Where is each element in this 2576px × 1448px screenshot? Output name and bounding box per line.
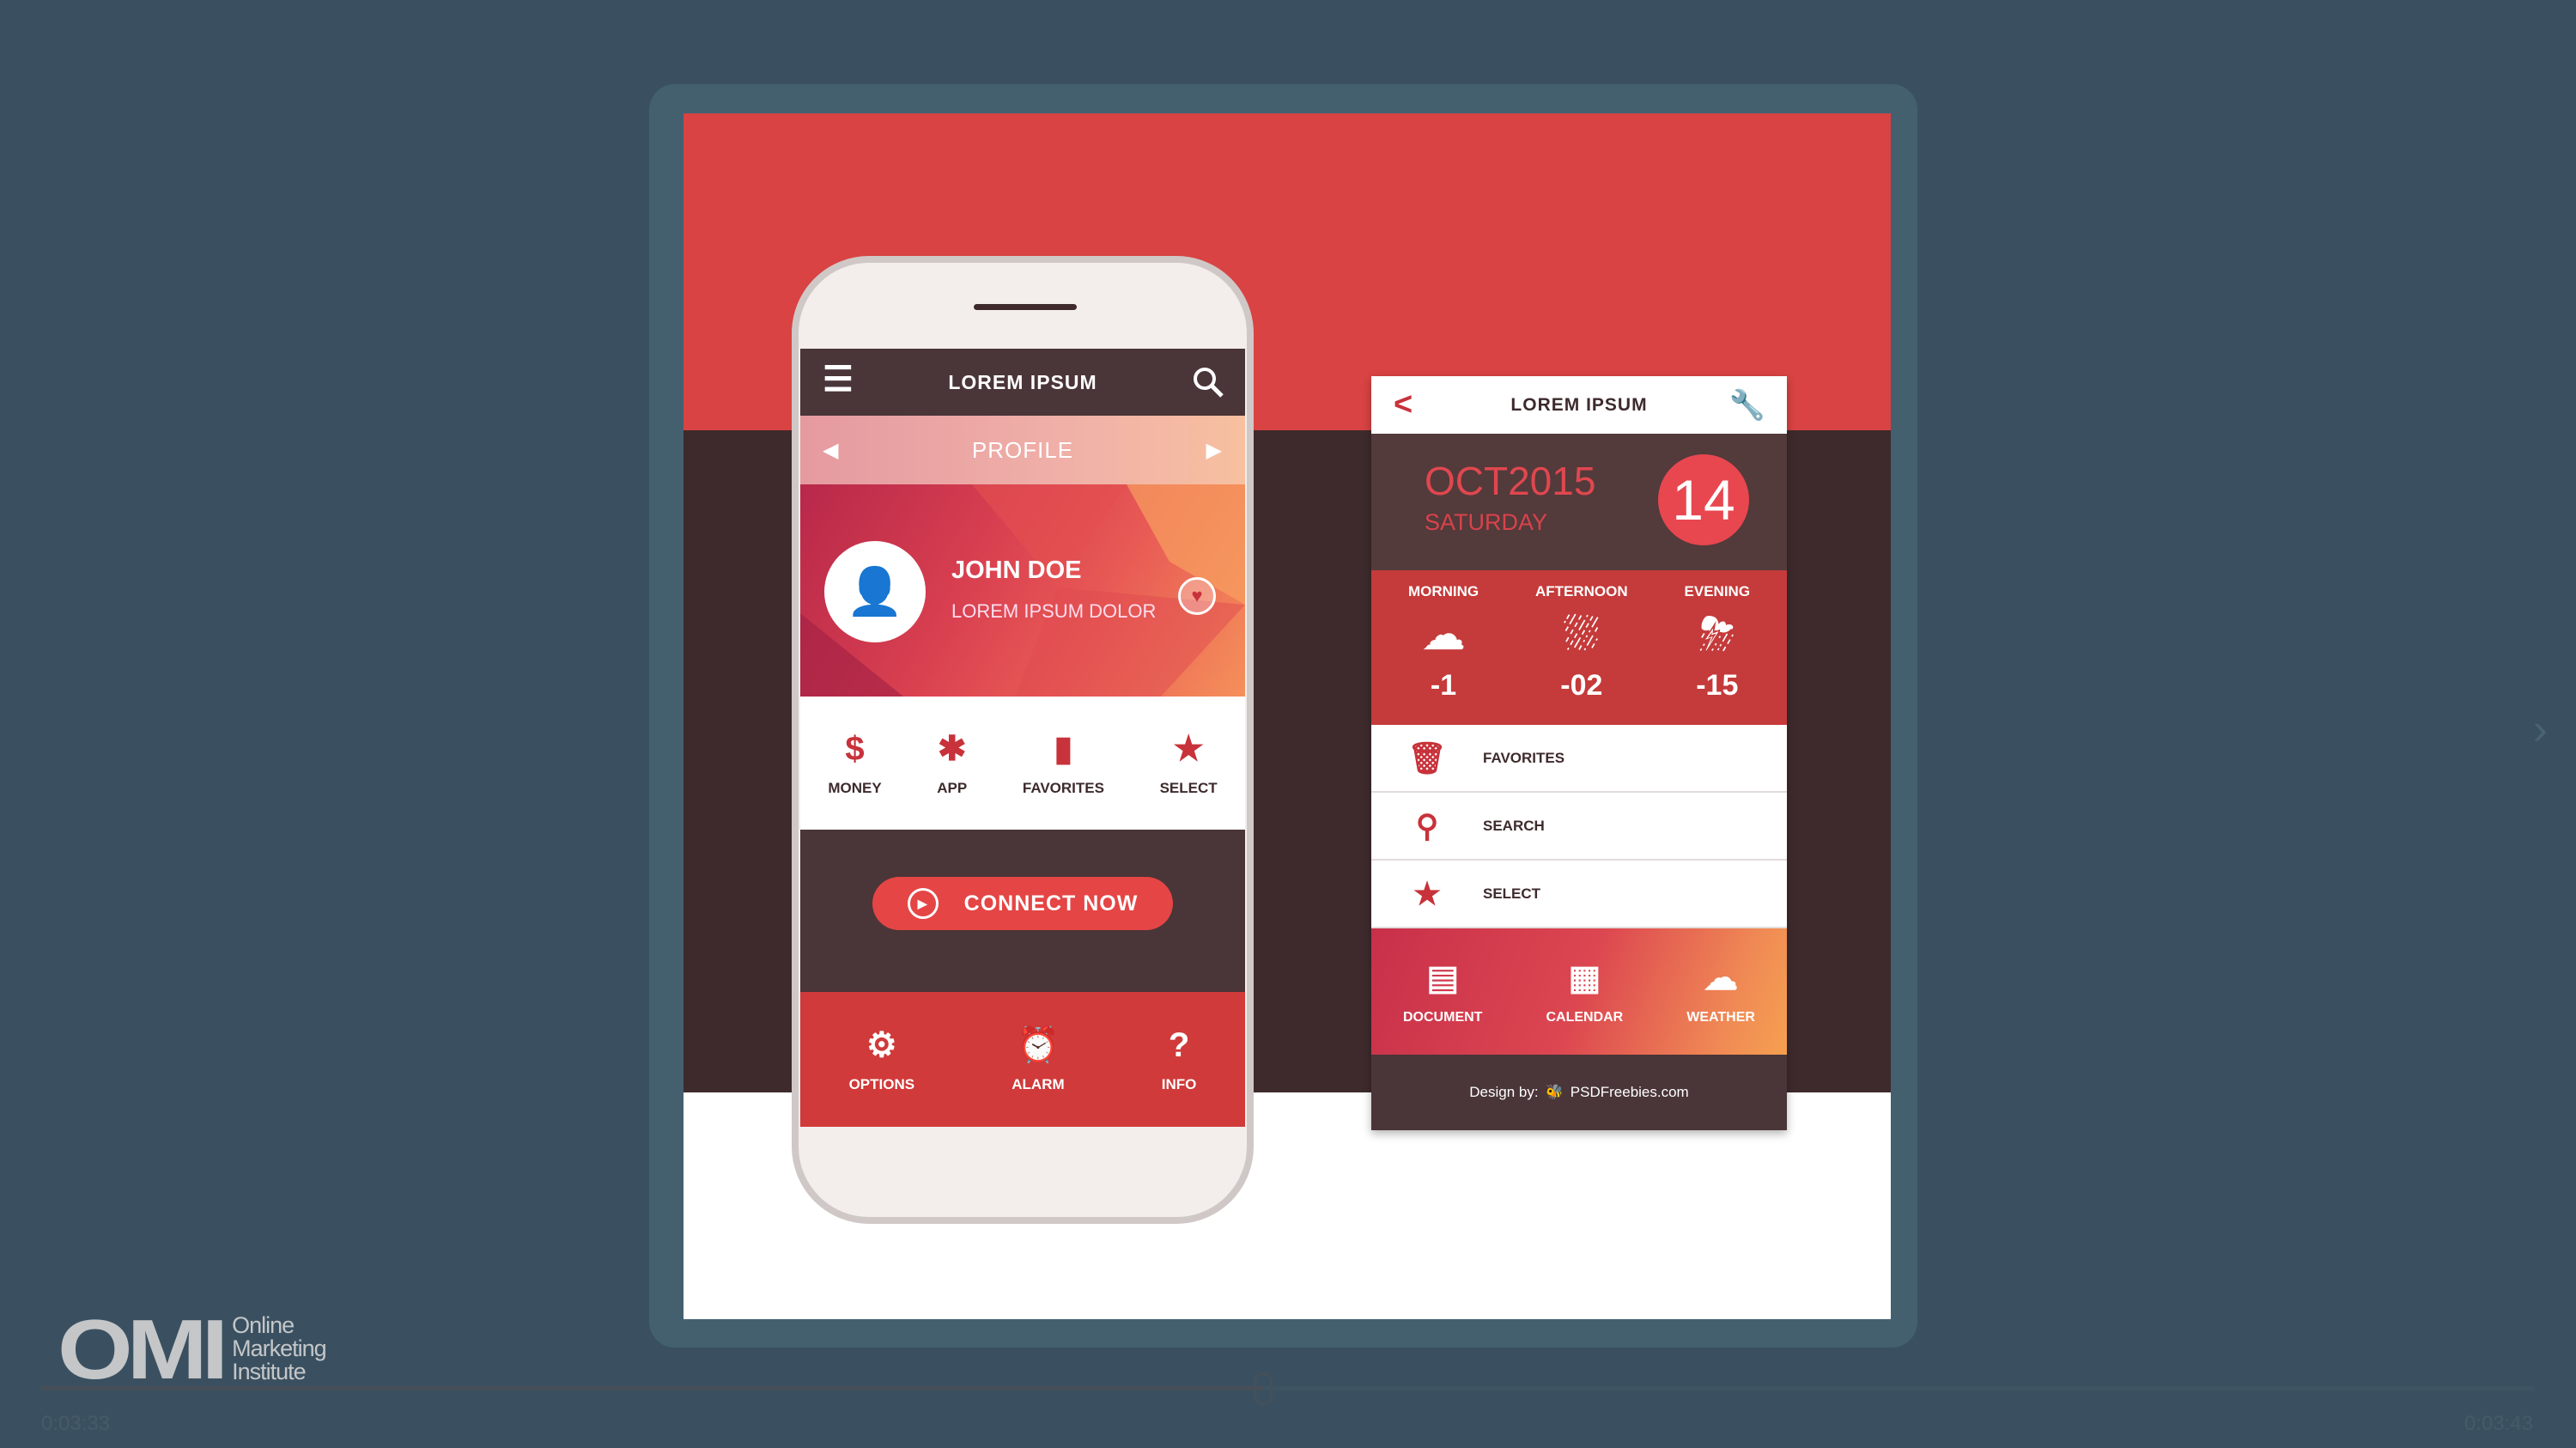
- weather-evening: EVENING ⛈ -15: [1684, 583, 1751, 702]
- phone-title: LOREM IPSUM: [948, 370, 1097, 393]
- card-header: < LOREM IPSUM 🔧: [1371, 376, 1787, 434]
- cloud-icon: ☁: [1421, 610, 1467, 660]
- total-time: 0:03:43: [2464, 1412, 2533, 1435]
- info-button[interactable]: ? INFO: [1162, 1026, 1197, 1093]
- omi-logo: OMI Online Marketing Institute: [58, 1302, 327, 1396]
- profile-bar: ◀ PROFILE ▶: [800, 416, 1245, 484]
- select-button[interactable]: ★ SELECT: [1160, 730, 1218, 797]
- list-item-favorites[interactable]: 🗑 FAVORITES: [1371, 725, 1787, 793]
- user-name: JOHN DOE: [951, 557, 1082, 584]
- wrench-icon[interactable]: 🔧: [1729, 388, 1766, 423]
- weather-afternoon: AFTERNOON ⛆ -02: [1534, 583, 1628, 702]
- calendar-icon: ▦: [1568, 958, 1601, 997]
- search-icon[interactable]: [1192, 366, 1224, 399]
- slide: ☰ LOREM IPSUM ◀ PROFILE ▶ 👤 JOHN DOE LOR…: [683, 113, 1891, 1319]
- weather-morning: MORNING ☁ -1: [1407, 583, 1479, 702]
- profile-label: PROFILE: [971, 436, 1074, 463]
- heart-icon[interactable]: ♥: [1178, 577, 1216, 615]
- day-badge: 14: [1658, 454, 1749, 545]
- phone-speaker: [974, 304, 1077, 310]
- star-icon: ★: [1413, 875, 1442, 911]
- elapsed-time: 0:03:33: [41, 1412, 111, 1435]
- avatar[interactable]: 👤: [824, 541, 926, 642]
- puzzle-icon: ✱: [938, 729, 967, 768]
- document-button[interactable]: ▤ DOCUMENT: [1403, 958, 1482, 1025]
- share-icon[interactable]: <: [1394, 386, 1413, 423]
- cloud-icon: ☁: [1704, 958, 1739, 997]
- user-subtitle: LOREM IPSUM DOLOR: [951, 600, 1157, 622]
- calendar-card: < LOREM IPSUM 🔧 OCT2015 SATURDAY 14 MORN…: [1371, 376, 1787, 1130]
- list-item-select[interactable]: ★ SELECT: [1371, 861, 1787, 928]
- bee-logo-icon: 🐝: [1545, 1084, 1564, 1100]
- phone-bottom-bar: ⚙ OPTIONS ⏰ ALARM ? INFO: [800, 992, 1245, 1127]
- psdfreebies-link[interactable]: PSDFreebies.com: [1571, 1084, 1689, 1101]
- alarm-icon: ⏰: [1017, 1025, 1060, 1064]
- favorites-button[interactable]: ▮ FAVORITES: [1023, 730, 1104, 797]
- card-footer: Design by: 🐝 PSDFreebies.com: [1371, 1055, 1787, 1130]
- month-year: OCT2015: [1425, 459, 1596, 503]
- date-panel: OCT2015 SATURDAY 14: [1371, 434, 1787, 570]
- card-title: LOREM IPSUM: [1510, 394, 1648, 415]
- search-icon: ⚲: [1415, 807, 1439, 843]
- card-icon-bar: ▤ DOCUMENT ▦ CALENDAR ☁ WEATHER: [1371, 928, 1787, 1055]
- next-arrow-icon[interactable]: ▶: [1206, 438, 1223, 463]
- phone-header: ☰ LOREM IPSUM: [800, 349, 1245, 416]
- weekday: SATURDAY: [1425, 509, 1548, 535]
- rain-icon: ⛆: [1564, 610, 1600, 660]
- phone-icon-row: $ MONEY ✱ APP ▮ FAVORITES ★ SELECT: [800, 697, 1245, 830]
- storm-sun-icon: ⛈: [1698, 610, 1735, 660]
- app-button[interactable]: ✱ APP: [937, 730, 967, 797]
- next-slide-chevron-icon[interactable]: ›: [2533, 704, 2548, 754]
- connect-now-button[interactable]: ▶ CONNECT NOW: [872, 877, 1173, 930]
- calendar-button[interactable]: ▦ CALENDAR: [1546, 958, 1623, 1025]
- progress-fill: [41, 1386, 1263, 1390]
- profile-hero: 👤 JOHN DOE LOREM IPSUM DOLOR ♥: [800, 484, 1245, 697]
- star-icon: ★: [1173, 729, 1205, 768]
- gear-icon: ⚙: [866, 1025, 897, 1064]
- weather-button[interactable]: ☁ WEATHER: [1686, 958, 1755, 1025]
- weather-panel: MORNING ☁ -1 AFTERNOON ⛆ -02 EVENING ⛈ -15: [1371, 570, 1787, 725]
- document-icon: ▤: [1426, 958, 1460, 997]
- trash-icon: 🗑: [1407, 739, 1447, 776]
- phone-mockup: ☰ LOREM IPSUM ◀ PROFILE ▶ 👤 JOHN DOE LOR…: [792, 256, 1254, 1224]
- progress-scrubber[interactable]: [1253, 1372, 1273, 1405]
- alarm-button[interactable]: ⏰ ALARM: [1012, 1026, 1064, 1093]
- list-item-search[interactable]: ⚲ SEARCH: [1371, 793, 1787, 861]
- question-icon: ?: [1168, 1025, 1190, 1064]
- dollar-icon: $: [845, 729, 865, 768]
- hamburger-menu-icon[interactable]: ☰: [823, 362, 854, 397]
- play-icon: ▶: [907, 888, 939, 919]
- bookmark-icon: ▮: [1054, 729, 1073, 768]
- prev-arrow-icon[interactable]: ◀: [823, 438, 839, 463]
- connect-area: ▶ CONNECT NOW: [800, 830, 1245, 992]
- money-button[interactable]: $ MONEY: [828, 730, 881, 797]
- options-button[interactable]: ⚙ OPTIONS: [849, 1026, 915, 1093]
